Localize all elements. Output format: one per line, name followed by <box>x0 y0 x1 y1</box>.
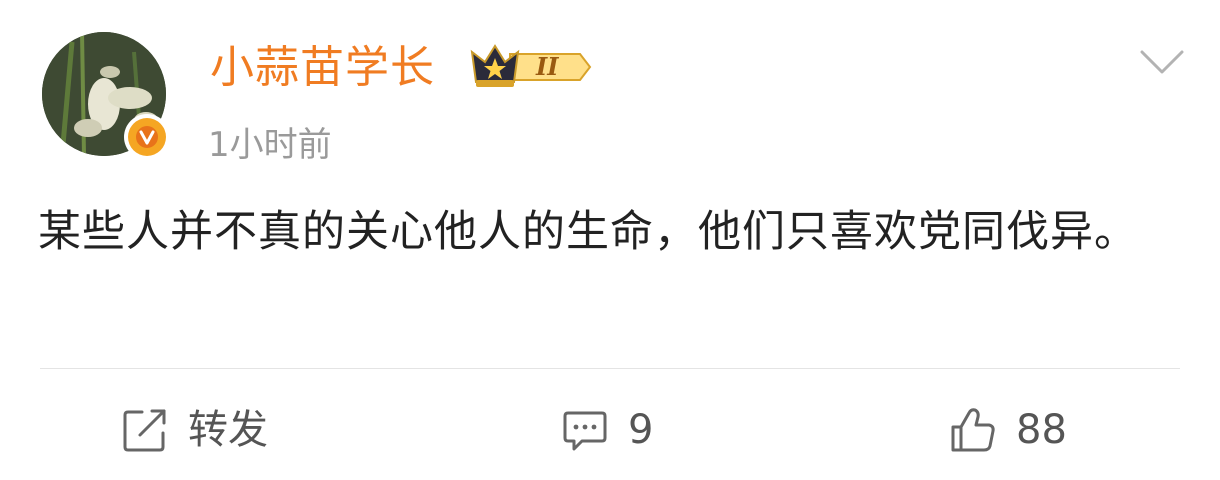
like-button[interactable]: 88 <box>948 400 1067 460</box>
level-badge-label: II <box>536 52 559 81</box>
like-count: 88 <box>1016 407 1067 453</box>
post-text: 某些人并不真的关心他人的生命，他们只喜欢党同伐异。 <box>38 207 1138 257</box>
chevron-down-icon <box>1140 50 1184 74</box>
thumbs-up-icon <box>951 408 995 452</box>
comment-button[interactable]: 9 <box>560 400 653 460</box>
more-menu-button[interactable] <box>1138 46 1186 78</box>
post-timestamp: 1小时前 <box>208 125 332 165</box>
author-name[interactable]: 小蒜苗学长 <box>210 40 435 96</box>
crown-level-icon <box>470 44 592 87</box>
verified-badge <box>124 114 170 160</box>
comment-icon <box>563 411 607 451</box>
weibo-post-card: 小蒜苗学长 II 1小时前 某些人并不真的关心他人的生命，他们只喜欢党同伐异。 … <box>0 0 1220 480</box>
repost-button[interactable]: 转发 <box>120 400 268 460</box>
verified-v-icon <box>136 126 158 148</box>
repost-icon <box>123 409 166 452</box>
divider <box>40 368 1180 369</box>
repost-label: 转发 <box>188 407 268 453</box>
level-badge[interactable]: II <box>470 42 594 92</box>
comment-count: 9 <box>628 407 654 453</box>
